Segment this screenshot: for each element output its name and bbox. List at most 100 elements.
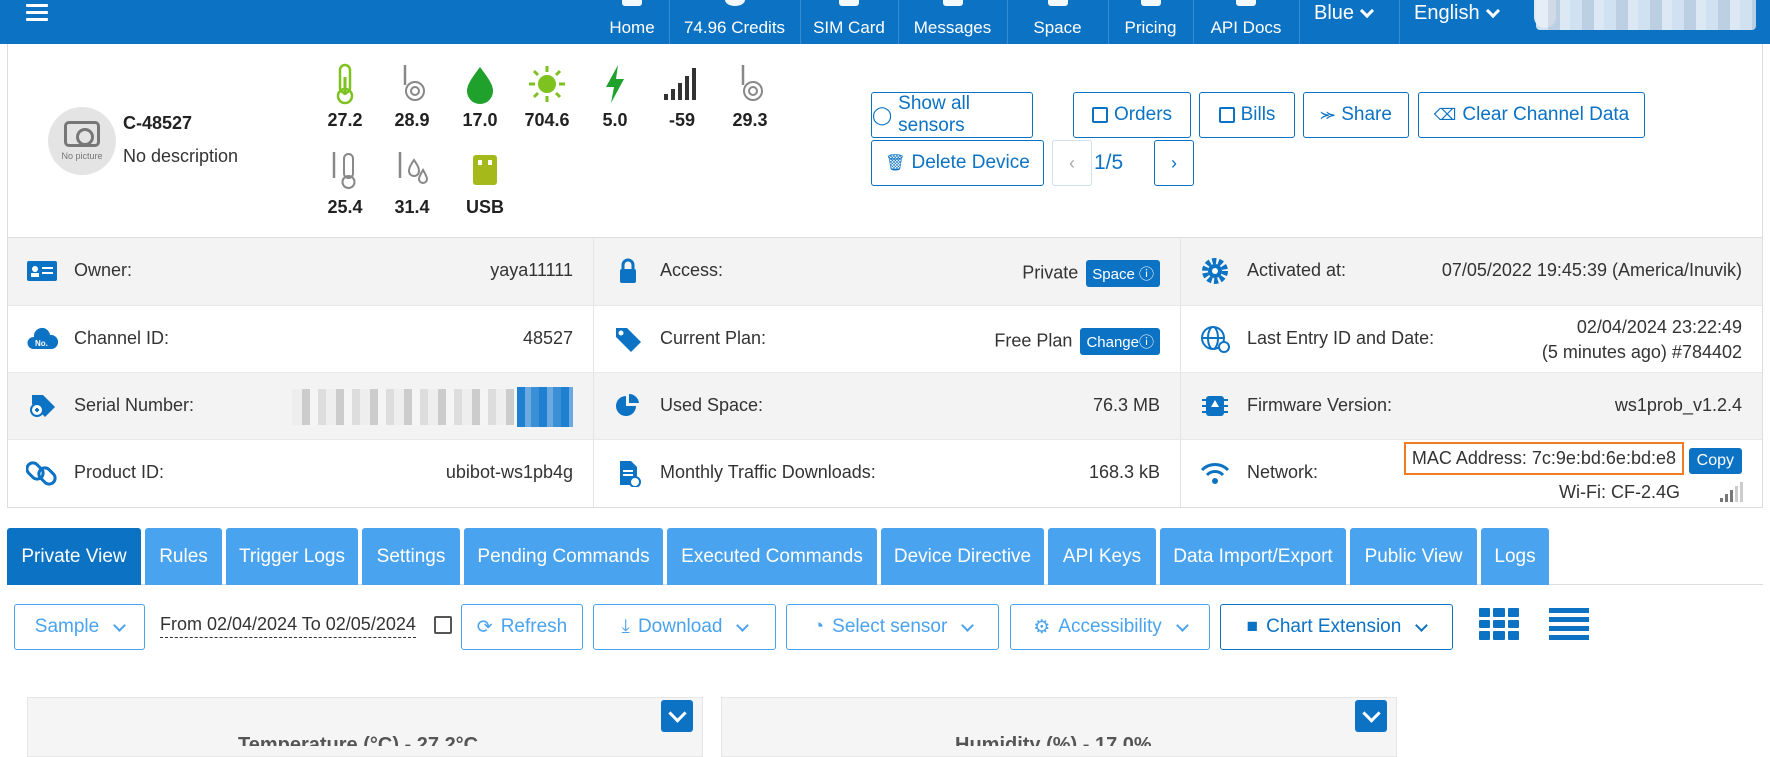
serial-value [292, 387, 573, 427]
sample-dropdown[interactable]: Sample [14, 604, 145, 650]
theme-dropdown[interactable]: Blue [1299, 0, 1399, 44]
tab-rules[interactable]: Rules [145, 528, 222, 585]
access-cell: Access: Private Space ⓘ [594, 238, 1181, 305]
map-icon [1218, 107, 1235, 123]
credit-card-icon [1091, 107, 1108, 123]
dashboard-icon: ◔ [812, 616, 825, 637]
copy-mac-button[interactable]: Copy [1688, 448, 1742, 474]
pricing-icon [1140, 0, 1161, 6]
tab-executed-commands[interactable]: Executed Commands [667, 528, 877, 585]
nav-space[interactable]: Space [1007, 0, 1107, 44]
refresh-button[interactable]: ⟳ Refresh [461, 604, 583, 650]
product-value: ubibot-ws1pb4g [445, 462, 573, 482]
list-view-icon[interactable] [1549, 608, 1589, 640]
tab-trigger-logs[interactable]: Trigger Logs [226, 528, 358, 585]
used-space-value: 76.3 MB [1092, 395, 1160, 415]
download-dropdown[interactable]: ⤓ Download [593, 604, 776, 650]
chevron-down-icon [1485, 3, 1500, 19]
panel-dropdown-button[interactable] [1355, 700, 1387, 732]
chart-extension-dropdown[interactable]: ■ Chart Extension [1220, 604, 1453, 650]
humidity-chart-panel [721, 697, 1397, 757]
share-icon: ⪼ [1320, 106, 1336, 123]
nav-messages[interactable]: Messages [898, 0, 1006, 44]
mac-address: MAC Address: 7c:9e:bd:6e:bd:e8 [1403, 442, 1684, 475]
refresh-icon: ⟳ [476, 616, 493, 638]
gear-icon [1202, 258, 1228, 284]
eraser-icon: ⌫ [1433, 107, 1457, 124]
tab-data-import-export[interactable]: Data Import/Export [1160, 528, 1346, 585]
tab-public-view[interactable]: Public View [1350, 528, 1477, 585]
next-page-button[interactable]: › [1154, 140, 1194, 186]
credits-icon [724, 0, 745, 6]
lightbulb-icon: ◯ [872, 104, 893, 125]
show-all-sensors-button[interactable]: ◯ Show all sensors [871, 92, 1033, 138]
orders-button[interactable]: Orders [1073, 92, 1191, 138]
lightning-icon [606, 65, 624, 103]
chevron-down-icon [1415, 618, 1429, 632]
calendar-icon[interactable] [434, 616, 452, 634]
prev-page-button[interactable]: ‹ [1052, 140, 1092, 186]
panel-dropdown-button[interactable] [661, 700, 693, 732]
network-cell: Network: MAC Address: 7c:9e:bd:6e:bd:e8 … [1181, 440, 1762, 507]
language-dropdown[interactable]: English [1399, 0, 1521, 44]
channel-value: 48527 [522, 328, 573, 348]
select-sensor-dropdown[interactable]: ◔ Select sensor [786, 604, 999, 650]
clear-channel-data-button[interactable]: ⌫ Clear Channel Data [1418, 92, 1645, 138]
tab-private-view[interactable]: Private View [7, 528, 141, 585]
tab-device-directive[interactable]: Device Directive [881, 528, 1044, 585]
sun-icon [529, 66, 565, 102]
svg-text:No.: No. [35, 339, 48, 348]
chevron-down-icon [1175, 618, 1189, 632]
device-description: No description [123, 146, 239, 166]
tab-api-keys[interactable]: API Keys [1048, 528, 1156, 585]
sensor-ext-temperature[interactable]: 25.4 [315, 147, 375, 218]
tab-logs[interactable]: Logs [1481, 528, 1549, 585]
temperature-chart-panel [27, 697, 703, 757]
messages-icon [942, 0, 963, 6]
tab-pending-commands[interactable]: Pending Commands [464, 528, 663, 585]
last-entry-id: (5 minutes ago) #784402 [1541, 342, 1742, 362]
nav-credits[interactable]: 74.96 Credits [669, 0, 799, 44]
sensor-ext-humidity[interactable]: 31.4 [382, 147, 442, 218]
menu-icon[interactable] [26, 0, 48, 21]
sensor-temperature[interactable]: 27.2 [315, 60, 375, 131]
device-photo[interactable]: No picture [48, 107, 116, 175]
serial-cell: Serial Number: [8, 373, 594, 440]
date-range-picker[interactable]: From 02/04/2024 To 02/05/2024 [160, 614, 416, 638]
change-plan-button[interactable]: Changeⓘ [1080, 328, 1160, 355]
sensor-probe-2[interactable]: 29.3 [720, 60, 780, 131]
accessibility-dropdown[interactable]: ⚙ Accessibility [1010, 604, 1210, 650]
nav-home[interactable]: Home [596, 0, 668, 44]
bills-button[interactable]: Bills [1199, 92, 1295, 138]
info-row: Serial Number: Used Space: 76.3 MB Firmw… [8, 372, 1762, 440]
share-button[interactable]: ⪼ Share [1303, 92, 1409, 138]
usb-icon [473, 155, 497, 185]
delete-device-button[interactable]: 🗑 Delete Device [871, 140, 1044, 186]
nav-api-docs[interactable]: API Docs [1193, 0, 1298, 44]
space-help-button[interactable]: Space ⓘ [1086, 260, 1160, 287]
area-chart-icon: ■ [1246, 616, 1259, 637]
sensor-voltage[interactable]: 5.0 [585, 60, 645, 131]
tag-icon [616, 328, 641, 352]
info-row: Owner: yaya11111 Access: Private Space ⓘ … [8, 238, 1762, 305]
sensor-probe-temperature[interactable]: 28.9 [382, 60, 442, 131]
sensor-usb-power[interactable]: USB [455, 147, 515, 218]
sensor-humidity[interactable]: 17.0 [450, 60, 510, 131]
tab-settings[interactable]: Settings [362, 528, 460, 585]
chevron-down-icon [113, 618, 127, 632]
last-entry-cell: Last Entry ID and Date: 02/04/2024 23:22… [1181, 306, 1762, 373]
chevron-down-icon [1359, 3, 1375, 19]
firmware-cell: Firmware Version: ws1prob_v1.2.4 [1181, 373, 1762, 440]
sensor-light[interactable]: 704.6 [517, 60, 577, 131]
nav-sim-card[interactable]: SIM Card [800, 0, 897, 44]
plan-value: Free Plan [994, 330, 1073, 351]
cloud-number-icon: No. [27, 327, 58, 349]
traffic-cell: Monthly Traffic Downloads: 168.3 kB [594, 440, 1181, 507]
firmware-value: ws1prob_v1.2.4 [1614, 395, 1742, 415]
sensor-signal[interactable]: -59 [652, 60, 712, 131]
humidity-chart-title: Humidity (%) - 17.0% [955, 734, 1152, 746]
user-menu[interactable] [1536, 0, 1756, 30]
nav-pricing[interactable]: Pricing [1108, 0, 1192, 44]
activated-cell: Activated at: 07/05/2022 19:45:39 (Ameri… [1181, 238, 1762, 305]
grid-view-icon[interactable] [1479, 608, 1519, 640]
